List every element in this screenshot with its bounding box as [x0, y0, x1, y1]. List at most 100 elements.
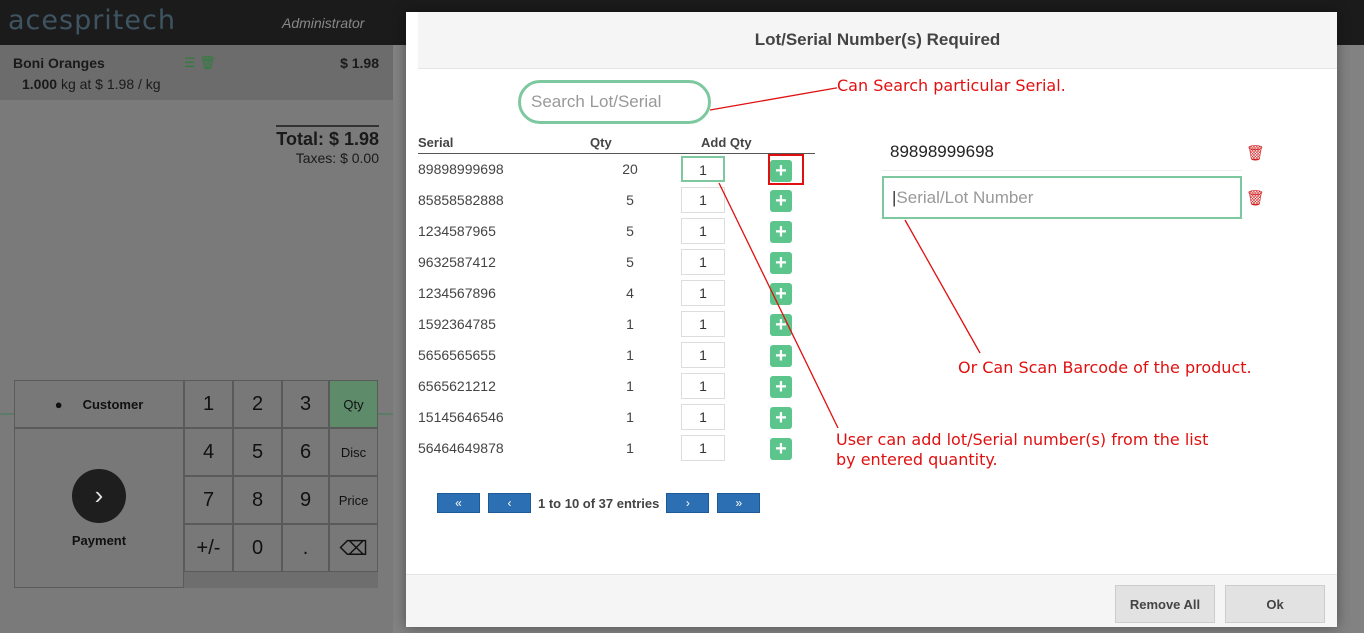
annotation-add-line1: User can add lot/Serial number(s) from t…	[836, 430, 1209, 449]
payment-button[interactable]: › Payment	[14, 428, 184, 588]
serial-cell: 5656565655	[418, 346, 496, 363]
payment-label: Payment	[71, 532, 127, 548]
serial-cell: 1234567896	[418, 284, 496, 301]
add-qty-input[interactable]: 1	[681, 341, 725, 368]
add-qty-input[interactable]: 1	[681, 310, 725, 337]
prev-page-button[interactable]: ‹	[488, 493, 531, 513]
key-8[interactable]: 8	[233, 476, 282, 524]
lot-number-field[interactable]: 89898999698	[882, 133, 1242, 171]
annotation-scan: Or Can Scan Barcode of the product.	[958, 358, 1252, 377]
plus-icon[interactable]: +	[770, 282, 792, 305]
table-row: 1234567896 4 1 +	[418, 277, 815, 308]
serial-cell: 15145646546	[418, 408, 504, 425]
next-page-button[interactable]: ›	[666, 493, 710, 513]
serial-cell: 56464649878	[418, 439, 504, 456]
remove-all-button[interactable]: Remove All	[1115, 585, 1215, 623]
add-qty-cell: 1 +	[670, 370, 815, 401]
plus-icon[interactable]: +	[770, 344, 792, 367]
key-4[interactable]: 4	[184, 428, 233, 476]
plus-icon[interactable]: +	[770, 189, 792, 212]
add-qty-input[interactable]: 1	[681, 403, 725, 430]
key-6[interactable]: 6	[282, 428, 329, 476]
trash-icon[interactable]: 🗑	[1246, 144, 1265, 162]
highlight-box	[768, 154, 804, 185]
key-sign[interactable]: +/-	[184, 524, 233, 572]
add-qty-input[interactable]: 1	[681, 372, 725, 399]
serial-table: Serial Qty Add Qty 89898999698 20 1 +858585…	[418, 133, 815, 463]
qty-cell: 1	[626, 377, 634, 394]
user-icon: ●	[54, 396, 63, 412]
serial-cell: 6565621212	[418, 377, 496, 394]
add-qty-input[interactable]: 1	[681, 279, 725, 306]
serial-lot-number-input[interactable]: | Serial/Lot Number	[882, 176, 1242, 219]
key-qty[interactable]: Qty	[329, 380, 378, 428]
list-icon[interactable]: ☰ 🗑	[184, 55, 216, 71]
key-disc[interactable]: Disc	[329, 428, 378, 476]
key-dot[interactable]: .	[282, 524, 329, 572]
table-row: 1234587965 5 1 +	[418, 215, 815, 246]
add-qty-input[interactable]: 1	[681, 186, 725, 213]
search-lot-serial-input[interactable]: Search Lot/Serial	[518, 80, 711, 124]
qty-cell: 1	[626, 439, 634, 456]
add-qty-cell: 1 +	[670, 401, 815, 432]
plus-icon[interactable]: +	[770, 437, 792, 460]
key-0[interactable]: 0	[233, 524, 282, 572]
add-qty-cell: 1 +	[670, 432, 815, 463]
add-qty-cell: 1 +	[670, 184, 815, 215]
order-line-detail: 1.000 kg at $ 1.98 / kg	[22, 76, 161, 92]
add-qty-input[interactable]: 1	[681, 217, 725, 244]
qty-cell: 20	[622, 160, 638, 177]
table-row: 6565621212 1 1 +	[418, 370, 815, 401]
order-line[interactable]: Boni Oranges ☰ 🗑 $ 1.98 1.000 kg at $ 1.…	[0, 45, 393, 100]
plus-icon[interactable]: +	[770, 251, 792, 274]
trash-icon[interactable]: 🗑	[1246, 189, 1265, 207]
key-1[interactable]: 1	[184, 380, 233, 428]
order-summary: Total: $ 1.98 Taxes: $ 0.00	[276, 125, 379, 166]
user-name[interactable]: Administrator	[282, 15, 364, 31]
add-qty-input[interactable]: 1	[681, 248, 725, 275]
plus-icon[interactable]: +	[770, 375, 792, 398]
col-header-qty: Qty	[590, 133, 670, 154]
key-3[interactable]: 3	[282, 380, 329, 428]
ok-button[interactable]: Ok	[1225, 585, 1325, 623]
dialog-footer: Remove All Ok	[406, 574, 1337, 627]
key-2[interactable]: 2	[233, 380, 282, 428]
add-qty-input[interactable]: 1	[681, 434, 725, 461]
table-row: 9632587412 5 1 +	[418, 246, 815, 277]
add-qty-cell: 1 +	[670, 339, 815, 370]
order-line-name: Boni Oranges	[13, 55, 105, 71]
lot-serial-dialog: Lot/Serial Number(s) Required Search Lot…	[406, 12, 1337, 627]
order-line-qty: 1.000	[22, 76, 58, 92]
qty-cell: 5	[626, 253, 634, 270]
table-row: 85858582888 5 1 +	[418, 184, 815, 215]
customer-button[interactable]: ● Customer	[14, 380, 184, 428]
backspace-icon[interactable]: ⌫	[329, 524, 378, 572]
table-row: 1592364785 1 1 +	[418, 308, 815, 339]
first-page-button[interactable]: «	[437, 493, 480, 513]
col-header-add-qty: Add Qty	[670, 133, 815, 154]
serial-lot-placeholder: Serial/Lot Number	[896, 187, 1034, 207]
add-qty-cell: 1 +	[670, 215, 815, 246]
qty-cell: 5	[626, 222, 634, 239]
key-9[interactable]: 9	[282, 476, 329, 524]
annotation-search: Can Search particular Serial.	[837, 76, 1066, 95]
key-7[interactable]: 7	[184, 476, 233, 524]
annotation-add-line2: by entered quantity.	[836, 450, 998, 469]
key-price[interactable]: Price	[329, 476, 378, 524]
add-qty-cell: 1 +	[670, 246, 815, 277]
qty-cell: 5	[626, 191, 634, 208]
pagination: « ‹ 1 to 10 of 37 entries › »	[437, 493, 761, 513]
customer-label: Customer	[82, 396, 144, 412]
last-page-button[interactable]: »	[717, 493, 761, 513]
serial-cell: 85858582888	[418, 191, 504, 208]
plus-icon[interactable]: +	[770, 220, 792, 243]
plus-icon[interactable]: +	[770, 406, 792, 429]
qty-cell: 1	[626, 315, 634, 332]
chevron-right-icon: ›	[72, 468, 126, 523]
key-5[interactable]: 5	[233, 428, 282, 476]
pagination-info: 1 to 10 of 37 entries	[538, 495, 660, 511]
plus-icon[interactable]: +	[770, 313, 792, 336]
table-row: 15145646546 1 1 +	[418, 401, 815, 432]
add-qty-input[interactable]: 1	[681, 155, 725, 182]
qty-cell: 1	[626, 408, 634, 425]
